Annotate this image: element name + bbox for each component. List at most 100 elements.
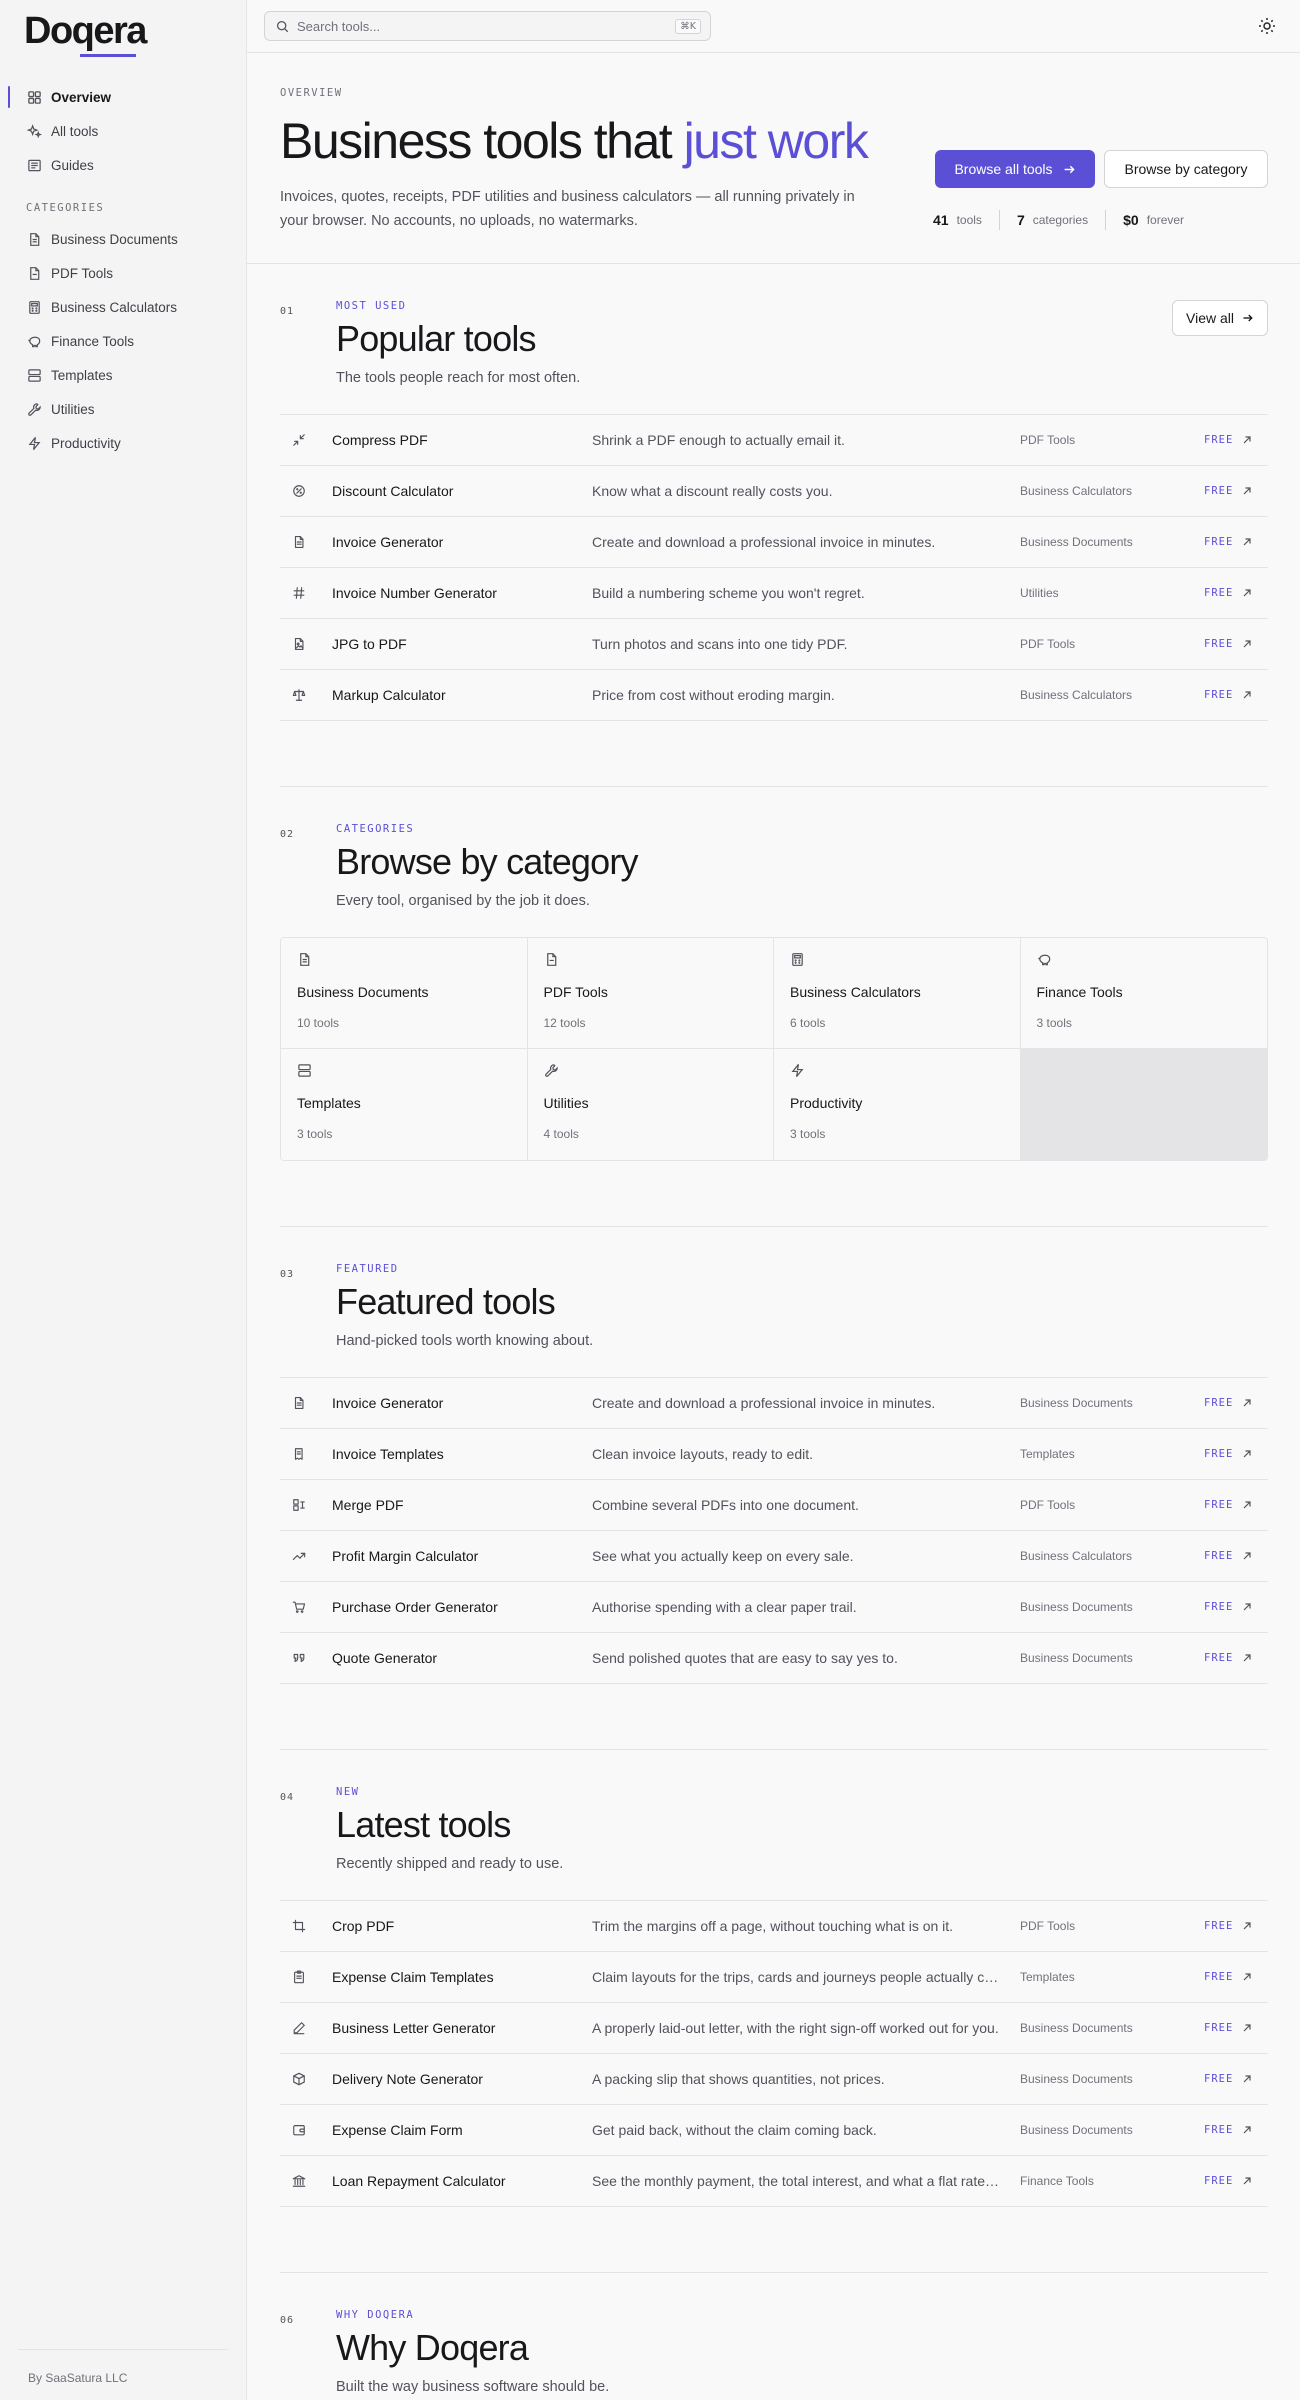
sidebar-item-label: Utilities	[51, 401, 95, 417]
tool-category: Business Documents	[1020, 535, 1133, 549]
tool-row-invoice-generator[interactable]: Invoice Generator Create and download a p…	[280, 517, 1268, 568]
category-card-productivity[interactable]: Productivity 3 tools	[774, 1049, 1021, 1160]
tool-row-discount-calculator[interactable]: Discount Calculator Know what a discount …	[280, 466, 1268, 517]
sidebar-item-label: Guides	[51, 157, 94, 173]
tool-row-compress-pdf[interactable]: Compress PDF Shrink a PDF enough to actua…	[280, 415, 1268, 466]
arrow-up-right-icon[interactable]	[1241, 689, 1253, 701]
tool-row-business-letter-generator[interactable]: Business Letter Generator A properly laid…	[280, 2003, 1268, 2054]
browse-by-category-button[interactable]: Browse by category	[1104, 150, 1268, 188]
tool-category: Business Documents	[1020, 1651, 1133, 1665]
free-badge: FREE	[1204, 1448, 1234, 1460]
tool-name[interactable]: Purchase Order Generator	[332, 1599, 498, 1615]
tool-name[interactable]: Quote Generator	[332, 1650, 437, 1666]
tool-name[interactable]: Discount Calculator	[332, 483, 453, 499]
logo[interactable]: Doqera	[24, 10, 147, 57]
category-card-utilities[interactable]: Utilities 4 tools	[527, 1049, 774, 1160]
category-card-finance-tools[interactable]: Finance Tools 3 tools	[1020, 938, 1267, 1049]
arrow-up-right-icon[interactable]	[1241, 1550, 1253, 1562]
tool-name[interactable]: Delivery Note Generator	[332, 2071, 483, 2087]
arrow-up-right-icon[interactable]	[1241, 1499, 1253, 1511]
category-card-pdf-tools[interactable]: PDF Tools 12 tools	[527, 938, 774, 1049]
free-badge: FREE	[1204, 1652, 1234, 1664]
category-card-templates[interactable]: Templates 3 tools	[281, 1049, 528, 1160]
category-card-business-calculators[interactable]: Business Calculators 6 tools	[774, 938, 1021, 1049]
tool-row-invoice-generator[interactable]: Invoice Generator Create and download a p…	[280, 1378, 1268, 1429]
tool-row-quote-generator[interactable]: Quote Generator Send polished quotes that…	[280, 1633, 1268, 1684]
section-number: 01	[280, 306, 295, 317]
arrow-up-right-icon[interactable]	[1241, 1652, 1253, 1664]
arrow-up-right-icon[interactable]	[1241, 587, 1253, 599]
tool-category: Business Documents	[1020, 1396, 1133, 1410]
arrow-up-right-icon[interactable]	[1241, 1920, 1253, 1932]
tool-row-profit-margin-calculator[interactable]: Profit Margin Calculator See what you act…	[280, 1531, 1268, 1582]
sidebar-footer[interactable]: By SaaSatura LLC	[18, 2349, 228, 2400]
category-card-business-documents[interactable]: Business Documents 10 tools	[281, 938, 528, 1049]
sidebar-item-overview[interactable]: Overview	[0, 80, 246, 114]
search-input[interactable]	[297, 18, 677, 34]
arrow-up-right-icon[interactable]	[1241, 1448, 1253, 1460]
tool-name[interactable]: Compress PDF	[332, 432, 428, 448]
tool-name[interactable]: Business Letter Generator	[332, 2020, 495, 2036]
tool-name[interactable]: Invoice Number Generator	[332, 585, 497, 601]
section-title: Latest tools	[336, 1804, 511, 1845]
tool-row-invoice-number-generator[interactable]: Invoice Number Generator Build a numberin…	[280, 568, 1268, 619]
tool-row-expense-claim-templates[interactable]: Expense Claim Templates Claim layouts for…	[280, 1952, 1268, 2003]
tool-name[interactable]: JPG to PDF	[332, 636, 407, 652]
sidebar-item-all-tools[interactable]: All tools	[0, 114, 246, 148]
arrow-up-right-icon[interactable]	[1241, 536, 1253, 548]
main-content: OVERVIEW Business tools that just work I…	[247, 54, 1300, 2400]
categories-section: 02 CATEGORIES Browse by category Every t…	[280, 787, 1268, 1227]
search-box[interactable]: ⌘K	[264, 11, 711, 41]
sidebar-item-business-documents[interactable]: Business Documents	[0, 222, 246, 256]
featured-tools-list: Invoice Generator Create and download a p…	[280, 1377, 1268, 1684]
tool-category: Business Calculators	[1020, 688, 1133, 702]
sidebar-item-templates[interactable]: Templates	[0, 358, 246, 392]
sidebar-item-pdf-tools[interactable]: PDF Tools	[0, 256, 246, 290]
tool-row-invoice-templates[interactable]: Invoice Templates Clean invoice layouts, …	[280, 1429, 1268, 1480]
arrow-up-right-icon[interactable]	[1241, 2073, 1253, 2085]
arrow-up-right-icon[interactable]	[1241, 1397, 1253, 1409]
tool-row-loan-repayment-calculator[interactable]: Loan Repayment Calculator See the monthly…	[280, 2156, 1268, 2207]
sidebar-item-productivity[interactable]: Productivity	[0, 426, 246, 460]
browse-all-tools-button[interactable]: Browse all tools	[935, 150, 1095, 188]
arrow-up-right-icon[interactable]	[1241, 485, 1253, 497]
hero-eyebrow: OVERVIEW	[280, 87, 343, 99]
tool-row-markup-calculator[interactable]: Markup Calculator Price from cost without…	[280, 670, 1268, 721]
tool-row-merge-pdf[interactable]: Merge PDF Combine several PDFs into one d…	[280, 1480, 1268, 1531]
tool-name[interactable]: Expense Claim Templates	[332, 1969, 494, 1985]
sidebar-item-utilities[interactable]: Utilities	[0, 392, 246, 426]
section-eyebrow: CATEGORIES	[336, 823, 415, 835]
section-number: 02	[280, 829, 295, 840]
section-description: Every tool, organised by the job it does…	[336, 893, 590, 909]
tool-row-purchase-order-generator[interactable]: Purchase Order Generator Authorise spendi…	[280, 1582, 1268, 1633]
tool-row-expense-claim-form[interactable]: Expense Claim Form Get paid back, without…	[280, 2105, 1268, 2156]
arrow-up-right-icon[interactable]	[1241, 2175, 1253, 2187]
featured-section: 03 FEATURED Featured tools Hand-picked t…	[280, 1227, 1268, 1750]
tool-name[interactable]: Loan Repayment Calculator	[332, 2173, 506, 2189]
arrow-up-right-icon[interactable]	[1241, 2022, 1253, 2034]
sidebar-item-finance-tools[interactable]: Finance Tools	[0, 324, 246, 358]
tool-row-delivery-note-generator[interactable]: Delivery Note Generator A packing slip th…	[280, 2054, 1268, 2105]
tool-name[interactable]: Expense Claim Form	[332, 2122, 463, 2138]
tool-row-crop-pdf[interactable]: Crop PDF Trim the margins off a page, wit…	[280, 1901, 1268, 1952]
tool-name[interactable]: Profit Margin Calculator	[332, 1548, 478, 1564]
arrow-up-right-icon[interactable]	[1241, 434, 1253, 446]
sidebar-item-business-calculators[interactable]: Business Calculators	[0, 290, 246, 324]
tool-name[interactable]: Invoice Generator	[332, 534, 443, 550]
sidebar-item-guides[interactable]: Guides	[0, 148, 246, 182]
arrow-up-right-icon[interactable]	[1241, 2124, 1253, 2136]
view-all-button[interactable]: View all	[1172, 300, 1268, 336]
sun-icon[interactable]	[1257, 16, 1277, 36]
arrow-up-right-icon[interactable]	[1241, 638, 1253, 650]
arrow-up-right-icon[interactable]	[1241, 1971, 1253, 1983]
sparkles-icon	[26, 123, 42, 139]
category-name: PDF Tools	[543, 984, 608, 1000]
arrow-up-right-icon[interactable]	[1241, 1601, 1253, 1613]
tool-name[interactable]: Merge PDF	[332, 1497, 404, 1513]
tool-name[interactable]: Markup Calculator	[332, 687, 446, 703]
tool-name[interactable]: Crop PDF	[332, 1918, 394, 1934]
tool-name[interactable]: Invoice Generator	[332, 1395, 443, 1411]
tool-row-jpg-to-pdf[interactable]: JPG to PDF Turn photos and scans into one…	[280, 619, 1268, 670]
tool-name[interactable]: Invoice Templates	[332, 1446, 444, 1462]
sidebar-item-label: Templates	[51, 367, 113, 383]
